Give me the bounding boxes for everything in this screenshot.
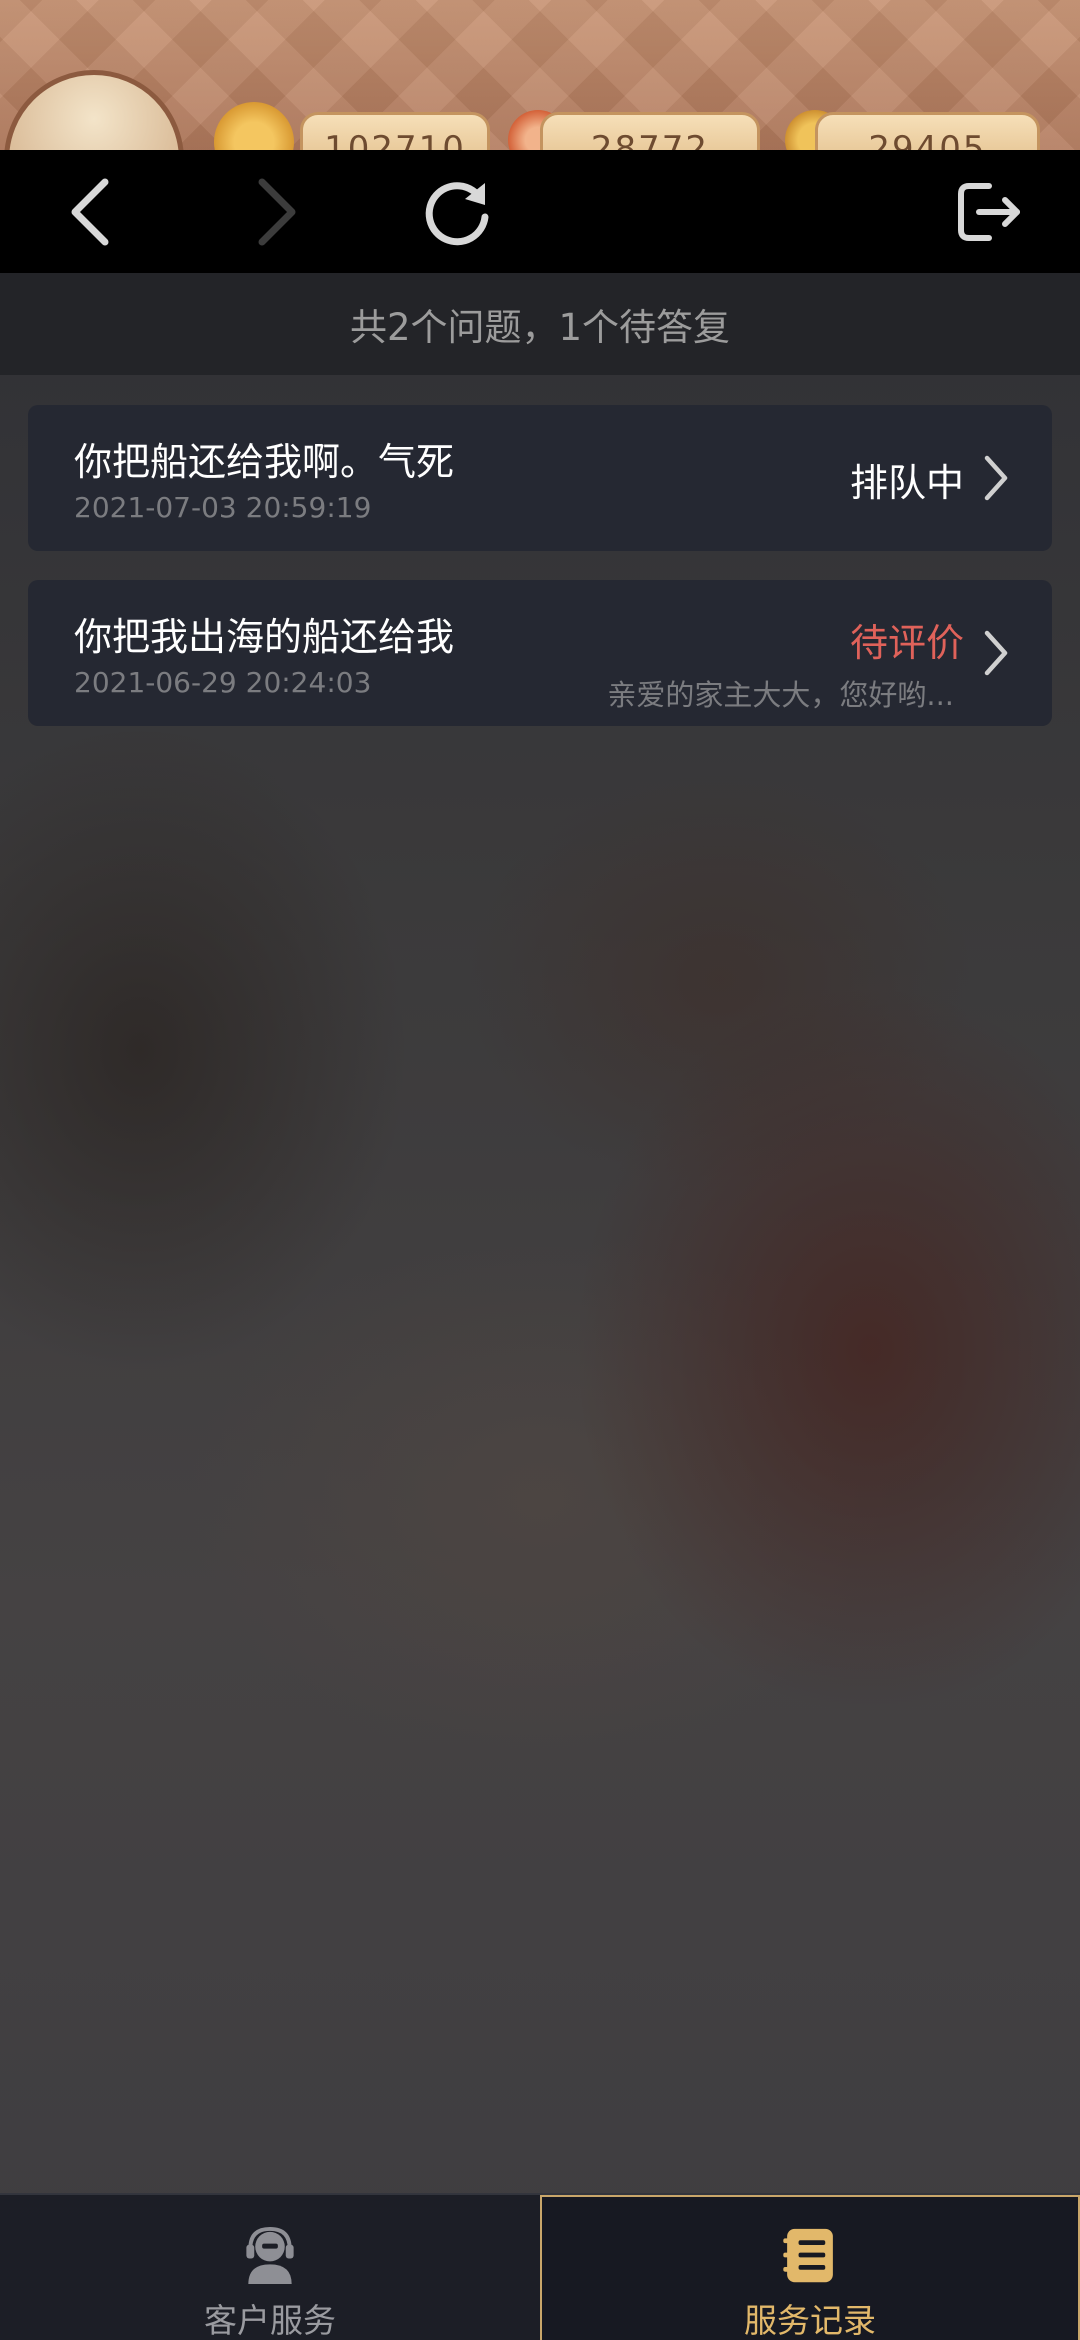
question-card[interactable]: 你把我出海的船还给我 2021-06-29 20:24:03 待评价 亲爱的家主… (28, 580, 1052, 726)
back-icon (71, 178, 109, 245)
chevron-right-icon (976, 450, 1016, 506)
service-record-icon (783, 2228, 833, 2283)
tab-label: 服务记录 (744, 2301, 876, 2340)
customer-service-icon (246, 2226, 294, 2285)
game-header-strip: 102710 28772 29405 (0, 0, 1080, 150)
mascot-avatar (4, 70, 184, 150)
question-title: 你把我出海的船还给我 (74, 615, 455, 659)
question-date: 2021-07-03 20:59:19 (74, 491, 372, 524)
status-badge: 待评价 (849, 621, 964, 665)
tab-customer-service[interactable]: 客户服务 (0, 2195, 540, 2340)
bottom-tab-bar: 客户服务 服务记录 (0, 2193, 1080, 2340)
refresh-button[interactable] (403, 150, 513, 273)
exit-icon (958, 182, 1020, 241)
resource-counter: 102710 (300, 112, 490, 150)
forward-button[interactable] (222, 150, 332, 273)
refresh-icon (425, 181, 489, 245)
status-badge: 排队中 (849, 461, 964, 505)
chevron-right-icon (976, 625, 1016, 681)
resource-counter: 29405 (815, 112, 1040, 150)
browser-toolbar (0, 150, 1080, 273)
flower-emblem-icon (214, 102, 294, 150)
back-button[interactable] (35, 150, 145, 273)
question-summary: 共2个问题，1个待答复 (0, 273, 1080, 375)
exit-button[interactable] (935, 150, 1045, 273)
question-date: 2021-06-29 20:24:03 (74, 666, 372, 699)
question-title: 你把船还给我啊。气死 (74, 440, 455, 484)
tab-service-record[interactable]: 服务记录 (540, 2195, 1080, 2340)
resource-counter: 28772 (540, 112, 760, 150)
tab-label: 客户服务 (204, 2301, 336, 2340)
forward-icon (258, 178, 296, 245)
reply-preview: 亲爱的家主大大，您好哟... (607, 678, 954, 712)
question-card[interactable]: 你把船还给我啊。气死 2021-07-03 20:59:19 排队中 (28, 405, 1052, 551)
